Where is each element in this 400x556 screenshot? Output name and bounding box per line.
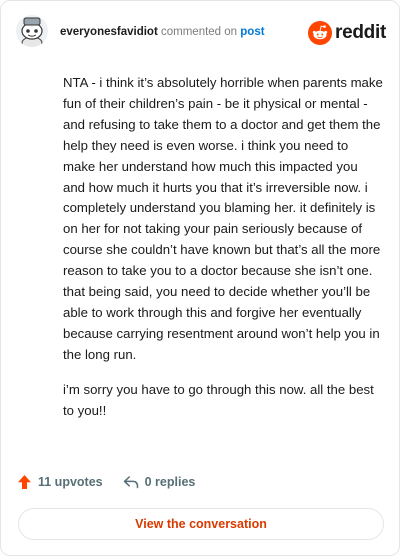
comment-meta: everyonesfavidiot commented on post: [60, 26, 265, 38]
upvote-arrow-icon: [18, 475, 31, 489]
snoo-avatar-icon: [16, 15, 48, 47]
replies-count: 0 replies: [144, 475, 196, 489]
replies-stat[interactable]: 0 replies: [123, 475, 196, 489]
reddit-wordmark: reddit: [335, 22, 386, 43]
comment-stats: 11 upvotes 0 replies: [17, 474, 195, 490]
post-link[interactable]: post: [240, 26, 264, 38]
comment-paragraph: i’m sorry you have to go through this no…: [63, 381, 374, 418]
username-link[interactable]: everyonesfavidiot: [60, 26, 158, 38]
comment-embed-card: everyonesfavidiot commented on post redd…: [0, 0, 400, 556]
user-avatar[interactable]: [16, 15, 48, 47]
reddit-snoo-icon: [308, 21, 333, 45]
reddit-logo[interactable]: reddit: [308, 20, 386, 46]
upvotes-count: 11 upvotes: [38, 475, 103, 489]
comment-body: NTA - i think it’s absolutely horrible w…: [63, 73, 383, 436]
action-text: commented on: [161, 26, 238, 38]
reply-arrow-icon: [123, 476, 138, 489]
view-conversation-button[interactable]: View the conversation: [18, 508, 384, 540]
comment-paragraph: NTA - i think it’s absolutely horrible w…: [63, 75, 383, 362]
upvotes-stat[interactable]: 11 upvotes: [17, 474, 103, 490]
comment-header: everyonesfavidiot commented on post redd…: [16, 15, 386, 49]
